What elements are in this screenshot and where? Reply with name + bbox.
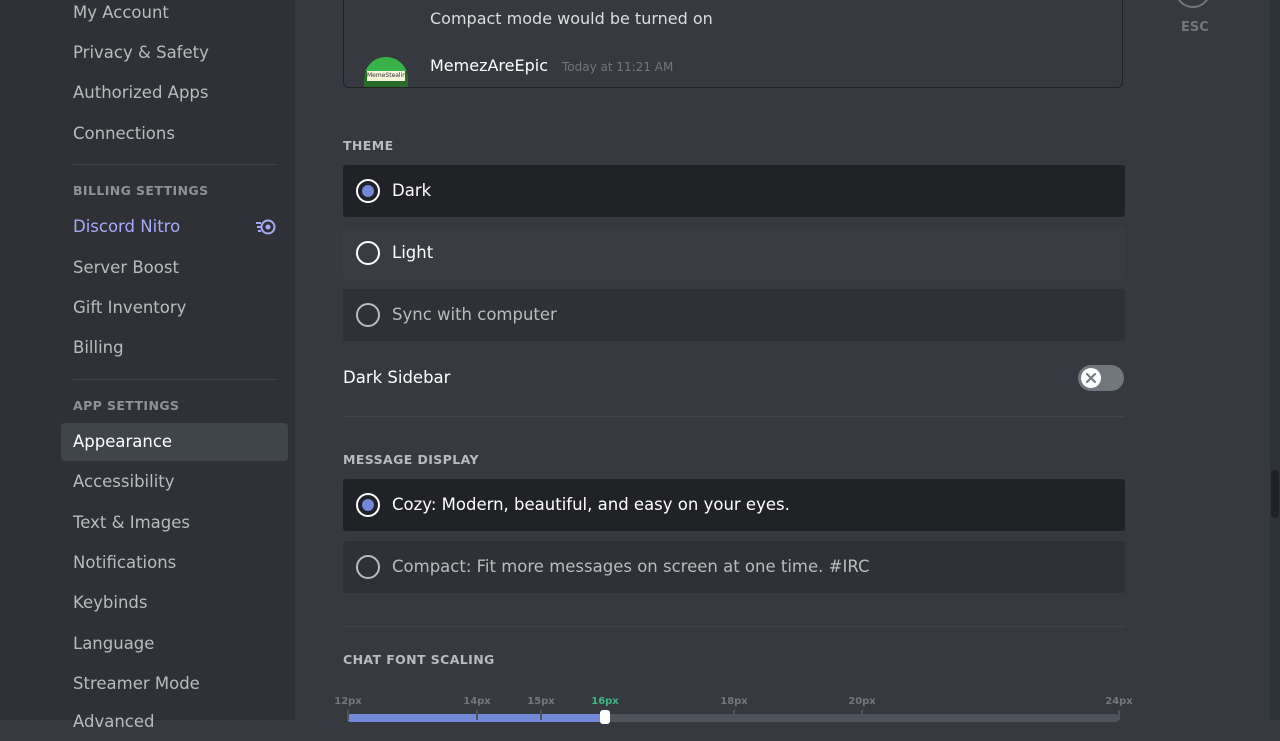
radio-label: Sync with computer bbox=[392, 305, 557, 324]
avatar: MemeStealing bbox=[364, 57, 408, 87]
theme-option-sync[interactable]: Sync with computer bbox=[343, 289, 1125, 341]
font-scale-tick-24px: 24px bbox=[1105, 696, 1133, 707]
nav-item-notifications[interactable]: Notifications bbox=[61, 544, 288, 582]
radio-label: Dark bbox=[392, 181, 432, 200]
font-scale-tick-15px: 15px bbox=[527, 696, 555, 707]
nav-item-keybinds[interactable]: Keybinds bbox=[61, 584, 288, 622]
radio-label: Cozy: Modern, beautiful, and easy on you… bbox=[392, 495, 790, 514]
nav-item-advanced[interactable]: Advanced bbox=[61, 703, 288, 741]
theme-header: THEME bbox=[343, 138, 394, 153]
nav-item-connections[interactable]: Connections bbox=[61, 115, 288, 153]
nav-item-discord-nitro[interactable]: Discord Nitro bbox=[61, 208, 288, 246]
message-display-header: MESSAGE DISPLAY bbox=[343, 452, 479, 467]
font-scale-slider-handle[interactable] bbox=[600, 710, 610, 724]
nav-item-authorized-apps[interactable]: Authorized Apps bbox=[61, 74, 288, 112]
section-divider bbox=[343, 626, 1125, 627]
font-scale-tick-20px: 20px bbox=[848, 696, 876, 707]
nav-item-language[interactable]: Language bbox=[61, 625, 288, 663]
nav-item-billing[interactable]: Billing bbox=[61, 329, 288, 367]
billing-settings-header: BILLING SETTINGS bbox=[73, 183, 209, 198]
nav-item-privacy-safety[interactable]: Privacy & Safety bbox=[61, 34, 288, 72]
nav-item-gift-inventory[interactable]: Gift Inventory bbox=[61, 289, 288, 327]
tick-mark bbox=[733, 710, 735, 720]
message-display-option-cozy[interactable]: Cozy: Modern, beautiful, and easy on you… bbox=[343, 479, 1125, 531]
avatar-sign-text: MemeStealing bbox=[367, 71, 405, 81]
radio-selected-icon bbox=[356, 179, 380, 203]
message-display-option-compact[interactable]: Compact: Fit more messages on screen at … bbox=[343, 541, 1125, 593]
tick-mark bbox=[476, 710, 478, 720]
dark-sidebar-label: Dark Sidebar bbox=[343, 368, 451, 387]
nav-item-text-images[interactable]: Text & Images bbox=[61, 504, 288, 542]
nav-item-streamer-mode[interactable]: Streamer Mode bbox=[61, 665, 288, 703]
settings-content: Compact mode would be turned on MemeStea… bbox=[295, 0, 1280, 724]
nav-item-my-account[interactable]: My Account bbox=[61, 0, 288, 32]
nitro-icon bbox=[256, 219, 276, 235]
radio-label: Light bbox=[392, 243, 434, 262]
font-scale-tick-16px: 16px bbox=[591, 696, 619, 707]
radio-empty-icon bbox=[356, 555, 380, 579]
tick-mark bbox=[540, 710, 542, 720]
theme-option-dark[interactable]: Dark bbox=[343, 165, 1125, 217]
sidebar-divider bbox=[73, 164, 277, 165]
preview-author-name: MemezAreEpic bbox=[430, 56, 548, 75]
section-divider bbox=[343, 416, 1125, 417]
nav-item-label: Discord Nitro bbox=[73, 217, 181, 236]
font-scale-tick-14px: 14px bbox=[463, 696, 491, 707]
radio-empty-icon bbox=[356, 241, 380, 265]
theme-option-light[interactable]: Light bbox=[343, 227, 1125, 279]
sidebar-divider bbox=[73, 379, 277, 380]
app-settings-header: APP SETTINGS bbox=[73, 398, 180, 413]
chat-font-scaling-header: CHAT FONT SCALING bbox=[343, 652, 495, 667]
preview-timestamp: Today at 11:21 AM bbox=[562, 60, 674, 74]
settings-sidebar: My Account Privacy & Safety Authorized A… bbox=[0, 0, 295, 731]
scrollbar-thumb[interactable] bbox=[1271, 470, 1279, 518]
tick-mark bbox=[1118, 710, 1120, 720]
close-icon bbox=[1086, 373, 1096, 383]
font-scale-tick-12px: 12px bbox=[334, 696, 362, 707]
nav-item-accessibility[interactable]: Accessibility bbox=[61, 463, 288, 501]
close-settings-button[interactable] bbox=[1175, 0, 1211, 8]
nav-item-appearance[interactable]: Appearance bbox=[61, 423, 288, 461]
radio-label: Compact: Fit more messages on screen at … bbox=[392, 557, 870, 576]
preview-message-text: Compact mode would be turned on bbox=[430, 9, 713, 28]
nav-item-server-boost[interactable]: Server Boost bbox=[61, 249, 288, 287]
dark-sidebar-toggle[interactable] bbox=[1078, 365, 1124, 391]
tick-mark bbox=[347, 710, 349, 720]
radio-selected-icon bbox=[356, 493, 380, 517]
message-preview: Compact mode would be turned on MemeStea… bbox=[343, 0, 1123, 88]
tick-mark bbox=[861, 710, 863, 720]
scrollbar-track[interactable] bbox=[1270, 0, 1280, 720]
font-scale-tick-18px: 18px bbox=[720, 696, 748, 707]
radio-empty-icon bbox=[356, 303, 380, 327]
esc-label: ESC bbox=[1181, 20, 1209, 35]
